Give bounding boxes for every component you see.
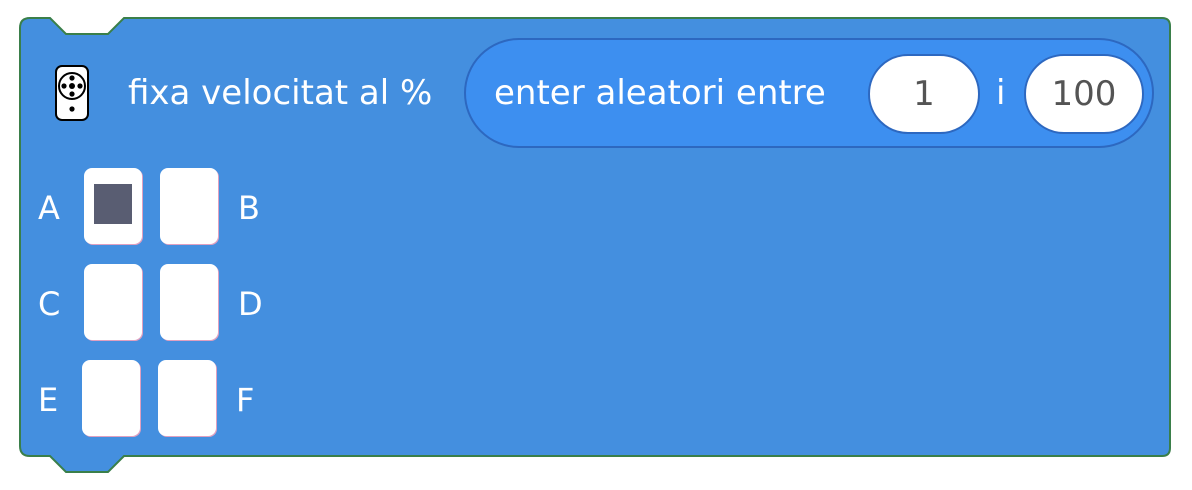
motor-icon — [55, 65, 89, 121]
max-value-input[interactable]: 100 — [1024, 54, 1144, 134]
min-value-input[interactable]: 1 — [868, 54, 980, 134]
port-checkbox-e[interactable] — [82, 360, 140, 436]
separator-label: i — [996, 73, 1006, 113]
reporter-label: enter aleatori entre — [494, 73, 826, 113]
port-checkbox-c[interactable] — [84, 264, 142, 340]
port-letter-c: C — [38, 285, 61, 323]
block-label: fixa velocitat al % — [128, 73, 433, 113]
port-letter-b: B — [238, 189, 260, 227]
port-checkbox-f[interactable] — [158, 360, 216, 436]
random-reporter[interactable]: enter aleatori entre 1 i 100 — [464, 38, 1154, 148]
canvas: fixa velocitat al % enter aleatori entre… — [0, 0, 1192, 490]
port-letter-f: F — [236, 381, 255, 419]
port-checkbox-a[interactable] — [84, 168, 142, 244]
port-letter-d: D — [238, 285, 263, 323]
port-letter-a: A — [38, 189, 60, 227]
port-letter-e: E — [38, 381, 59, 419]
port-checkbox-d[interactable] — [160, 264, 218, 340]
port-selected-indicator — [94, 184, 132, 224]
port-checkbox-b[interactable] — [160, 168, 218, 244]
